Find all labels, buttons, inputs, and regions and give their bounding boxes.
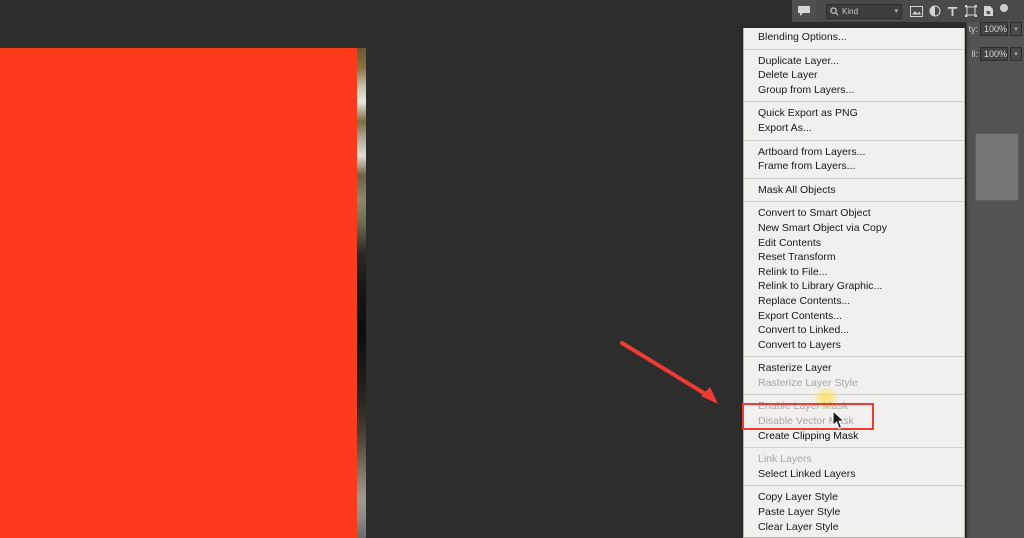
menu-item-relink-to-file[interactable]: Relink to File... [744,265,964,280]
layers-panel: ty: 100% ▾ ll: 100% ▾ [966,0,1024,538]
filter-smart-object-icon[interactable] [982,4,995,18]
menu-item-link-layers: Link Layers [758,453,812,466]
photoshop-workspace: ty: 100% ▾ ll: 100% ▾ Kind ▾ Blending Op… [0,0,1024,538]
photo-layer-sliver[interactable] [357,48,366,538]
menu-item-convert-to-smart-object[interactable]: Convert to Smart Object [744,206,964,221]
menu-separator [744,201,964,203]
menu-separator [744,101,964,103]
opacity-chevron-down-icon[interactable]: ▾ [1010,22,1022,36]
kind-filter-dropdown[interactable]: Kind ▾ [826,3,902,19]
filter-enable-toggle[interactable] [1000,4,1008,12]
menu-item-convert-to-layers[interactable]: Convert to Layers [744,338,964,353]
layers-filter-toolbar: Kind ▾ [792,0,1024,22]
menu-separator [744,356,964,358]
menu-item-copy-layer-style[interactable]: Copy Layer Style [744,490,964,505]
menu-separator [744,177,964,179]
filter-adjustment-layers-icon[interactable] [928,4,941,18]
menu-item-rasterize-layer[interactable]: Rasterize Layer [744,361,964,376]
fill-row: ll: 100% ▾ [971,47,1022,61]
menu-item-relink-to-library-graphic[interactable]: Relink to Library Graphic... [744,279,964,294]
menu-item-duplicate-layer[interactable]: Duplicate Layer... [744,54,964,69]
menu-item-export-as[interactable]: Export As... [744,121,964,136]
menu-item-mask-all-objects[interactable]: Mask All Objects [744,183,964,198]
menu-separator [744,485,964,487]
menu-item-export-contents[interactable]: Export Contents... [744,309,964,324]
menu-item-create-clipping-mask[interactable]: Create Clipping Mask [744,429,964,444]
layer-thumbnail[interactable] [975,133,1019,201]
fill-chevron-down-icon[interactable]: ▾ [1010,47,1022,61]
comment-bubble-icon[interactable] [792,0,816,22]
filter-icon-group [910,4,995,18]
red-rectangle-layer[interactable] [0,48,361,538]
kind-filter-label: Kind [842,6,859,16]
menu-separator [744,139,964,141]
menu-separator [744,48,964,50]
menu-item-replace-contents[interactable]: Replace Contents... [744,294,964,309]
kind-chevron-down-icon[interactable]: ▾ [894,7,898,15]
menu-item-enable-layer-mask: Enable Layer Mask [758,400,848,413]
menu-item-disable-vector-mask: Disable Vector Mask [758,415,854,428]
menu-item-edit-contents[interactable]: Edit Contents [744,236,964,251]
opacity-row: ty: 100% ▾ [968,22,1022,36]
menu-item-group-from-layers[interactable]: Group from Layers... [744,83,964,98]
menu-separator [744,447,964,449]
search-icon [830,6,839,15]
filter-type-layers-icon[interactable] [946,4,959,18]
menu-item-reset-transform[interactable]: Reset Transform [744,250,964,265]
menu-item-blending-options[interactable]: Blending Options... [744,30,964,45]
layer-context-menu[interactable]: Blending Options... Duplicate Layer... Del… [743,28,965,538]
menu-item-convert-to-linked[interactable]: Convert to Linked... [744,323,964,338]
fill-label: ll: [971,49,979,59]
menu-separator [744,394,964,396]
opacity-label: ty: [968,24,978,34]
menu-item-quick-export-as-png[interactable]: Quick Export as PNG [744,106,964,121]
filter-pixel-layers-icon[interactable] [910,4,923,18]
menu-item-frame-from-layers[interactable]: Frame from Layers... [744,159,964,174]
menu-item-delete-layer[interactable]: Delete Layer [744,68,964,83]
menu-item-paste-layer-style[interactable]: Paste Layer Style [744,505,964,520]
menu-item-rasterize-layer-style: Rasterize Layer Style [758,376,858,389]
menu-item-artboard-from-layers[interactable]: Artboard from Layers... [744,145,964,160]
menu-item-clear-layer-style[interactable]: Clear Layer Style [744,520,964,535]
opacity-input[interactable]: 100% [980,22,1008,36]
menu-item-select-linked-layers[interactable]: Select Linked Layers [744,467,964,482]
fill-input[interactable]: 100% [980,47,1008,61]
filter-shape-layers-icon[interactable] [964,4,977,18]
menu-item-new-smart-object-via-copy[interactable]: New Smart Object via Copy [744,221,964,236]
